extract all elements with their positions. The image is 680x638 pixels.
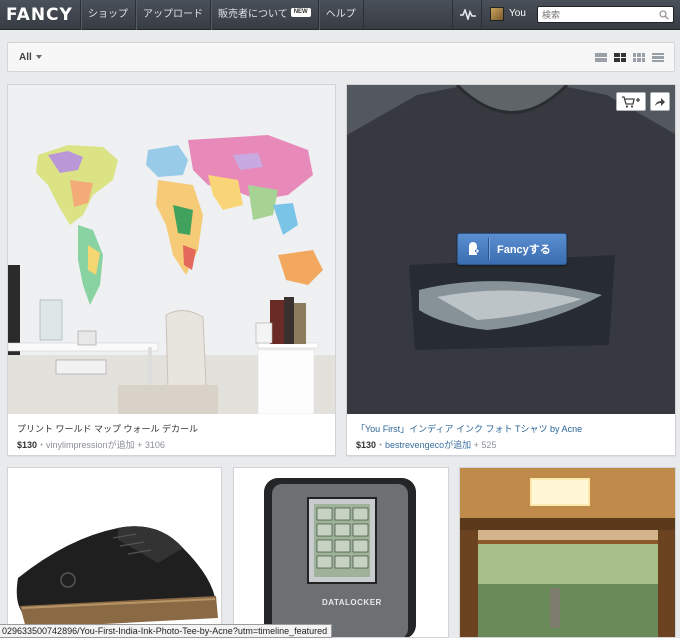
main-nav: ショップ アップロード 販売者について NEW ヘルプ — [80, 0, 364, 30]
device-brand-label: DATALOCKER — [322, 598, 382, 607]
product-card-japanese-room[interactable] — [459, 467, 676, 638]
product-image-japanese-room[interactable] — [460, 468, 675, 637]
search-icon[interactable] — [659, 10, 669, 20]
search-box[interactable] — [537, 6, 674, 23]
filter-selected-label: All — [19, 52, 32, 63]
added-by-user[interactable]: vinylimpressionが追加 — [46, 440, 135, 450]
view-mode-switcher — [595, 53, 664, 62]
meta-separator: ・ — [37, 440, 47, 450]
product-card-sneaker[interactable] — [7, 467, 222, 638]
chevron-down-icon — [35, 55, 42, 60]
product-card-tshirt[interactable]: Fancyする 「You First」インディア インク フォト Tシャツ by… — [346, 84, 676, 456]
card-caption: プリント ワールド マップ ウォール デカール $130・vinylimpres… — [17, 422, 198, 451]
new-badge: NEW — [290, 8, 311, 17]
product-meta: $130・bestrevengecoが追加 + 525 — [356, 438, 582, 451]
share-icon — [655, 97, 665, 106]
fancy-count: + 525 — [473, 440, 497, 450]
product-title[interactable]: プリント ワールド マップ ウォール デカール — [17, 422, 198, 435]
product-price: $130 — [356, 440, 377, 450]
activity-icon — [460, 9, 476, 20]
fancy-button-label: Fancyする — [497, 244, 551, 256]
product-price: $130 — [17, 440, 38, 450]
product-card-world-map[interactable]: プリント ワールド マップ ウォール デカール $130・vinylimpres… — [7, 84, 336, 456]
card-caption: 「You First」インディア インク フォト Tシャツ by Acne $1… — [356, 422, 582, 451]
fancy-count: + 3106 — [137, 440, 165, 450]
nav-sellers[interactable]: 販売者について NEW — [210, 0, 318, 30]
browser-status-url: 029633500742896/You-First-India-Ink-Phot… — [0, 624, 333, 638]
product-image-world-map[interactable] — [8, 85, 335, 414]
fancy-it-button[interactable]: Fancyする — [457, 233, 567, 265]
cart-plus-icon — [622, 95, 640, 108]
nav-help-label: ヘルプ — [325, 9, 356, 20]
nav-help[interactable]: ヘルプ — [317, 0, 364, 30]
view-lines-icon[interactable] — [652, 53, 664, 62]
added-by-user[interactable]: bestrevengecoが追加 — [385, 440, 471, 450]
view-grid-icon[interactable] — [614, 53, 626, 62]
search-input[interactable] — [542, 8, 654, 22]
product-image-sneaker[interactable] — [8, 468, 221, 637]
nav-upload-label: アップロード — [143, 9, 203, 20]
top-navigation-bar: FANCY ショップ アップロード 販売者について NEW ヘルプ You — [0, 0, 680, 30]
add-to-cart-button[interactable] — [616, 92, 646, 111]
nav-upload[interactable]: アップロード — [135, 0, 210, 30]
nav-shop-label: ショップ — [88, 9, 128, 20]
product-image-datalocker[interactable] — [234, 468, 448, 637]
fancy-button-divider — [488, 238, 489, 260]
meta-separator: ・ — [376, 440, 386, 450]
product-title[interactable]: 「You First」インディア インク フォト Tシャツ by Acne — [356, 422, 582, 435]
avatar — [490, 7, 504, 21]
user-name: You — [509, 8, 526, 19]
product-card-datalocker[interactable]: DATALOCKER — [233, 467, 449, 638]
share-button[interactable] — [650, 92, 670, 111]
fancy-logo[interactable]: FANCY — [6, 5, 73, 25]
product-meta: $130・vinylimpressionが追加 + 3106 — [17, 438, 198, 451]
view-compact-grid-icon[interactable] — [633, 53, 645, 62]
nav-sellers-label: 販売者について — [218, 9, 288, 20]
filter-bar: All — [7, 42, 675, 72]
filter-dropdown[interactable]: All — [19, 52, 42, 63]
nav-shop[interactable]: ショップ — [80, 0, 135, 30]
activity-button[interactable] — [452, 0, 482, 30]
view-list-icon[interactable] — [595, 53, 607, 62]
fancy-hand-icon — [469, 242, 480, 255]
